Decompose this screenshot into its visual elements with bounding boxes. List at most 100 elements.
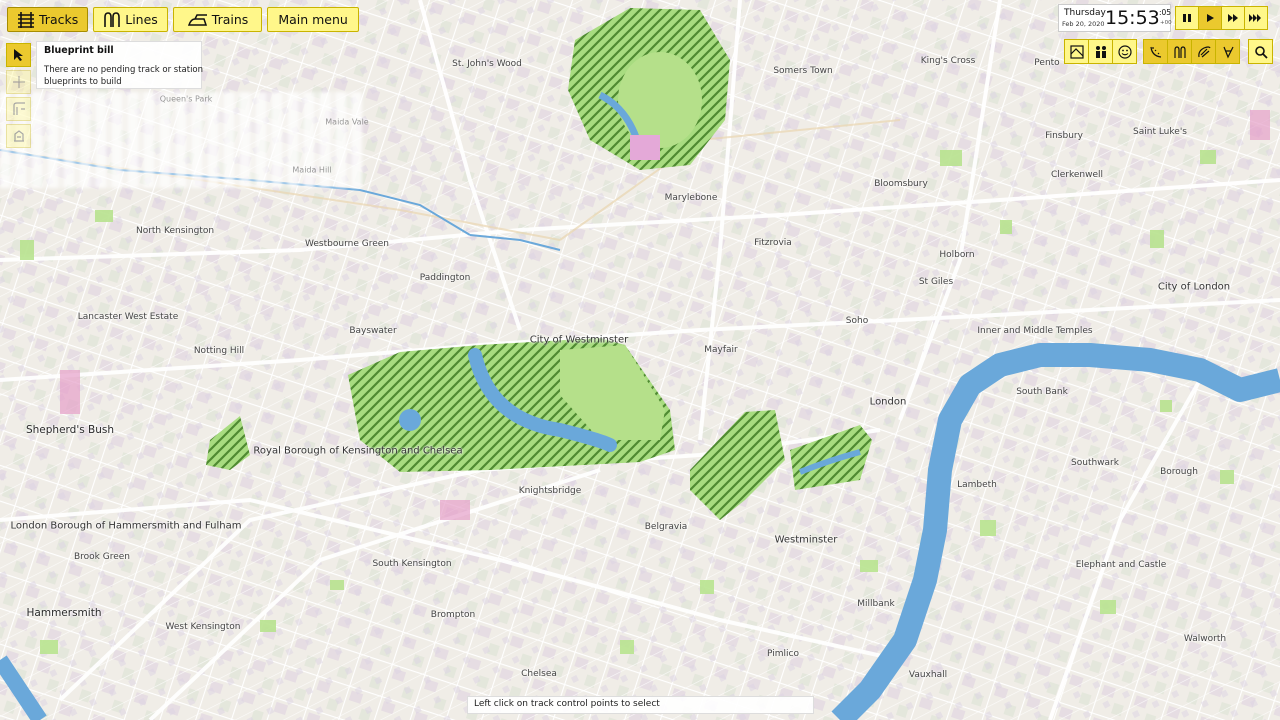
map-label: London Borough of Hammersmith and Fulham	[10, 520, 242, 532]
station-tool-button[interactable]	[6, 124, 31, 148]
overlay-toolbar	[1064, 39, 1137, 64]
map-label: West Kensington	[165, 622, 241, 632]
map-label: St. John's Wood	[452, 59, 522, 69]
trains-label: Trains	[211, 12, 249, 27]
main-menu-button[interactable]: Main menu	[267, 7, 359, 32]
map-label: Knightsbridge	[518, 486, 582, 496]
map-label: Clerkenwell	[1050, 170, 1104, 180]
lines-view-button[interactable]	[1167, 39, 1192, 64]
lines-label: Lines	[125, 12, 158, 27]
passengers-icon	[1095, 45, 1106, 58]
speed-controls	[1175, 6, 1268, 30]
pause-icon	[1183, 14, 1191, 22]
map-label: Brompton	[430, 610, 476, 620]
clock-time: 15:53	[1105, 7, 1160, 29]
signals-view-button[interactable]	[1215, 39, 1240, 64]
clock-offset: +00	[1160, 20, 1172, 26]
passengers-button[interactable]	[1088, 39, 1113, 64]
map-label: City of Westminster	[529, 334, 629, 346]
game-clock: Thursday Feb 20, 2020 15:53 :05 +00	[1058, 4, 1172, 32]
map-label: Holborn	[939, 250, 975, 260]
map-label: Millbank	[857, 599, 895, 609]
map-label: Soho	[845, 316, 869, 326]
track-tool-icon	[12, 102, 25, 115]
place-track-button[interactable]	[6, 70, 31, 94]
trains-icon	[187, 13, 207, 26]
map-label: Southwark	[1071, 458, 1119, 468]
smiley-icon	[1117, 44, 1132, 59]
map-layer-icon	[1069, 44, 1084, 59]
main-toolbar: Tracks Lines Trains Main menu	[7, 7, 359, 32]
map-label: Brook Green	[73, 552, 131, 562]
track-tools	[6, 43, 33, 148]
trains-button[interactable]: Trains	[172, 7, 263, 32]
map-label: Pimlico	[767, 649, 799, 659]
map-label: London	[869, 396, 907, 408]
tracks-label: Tracks	[39, 12, 79, 27]
map-label: Lambeth	[957, 480, 997, 490]
map-label: North Kensington	[135, 226, 215, 236]
map-label: King's Cross	[920, 56, 976, 66]
clock-day: Thursday	[1064, 8, 1106, 18]
trains-view-button[interactable]	[1191, 39, 1216, 64]
map-label: Westbourne Green	[305, 239, 389, 249]
map-label: City of London	[1157, 281, 1231, 293]
status-hint: Left click on track control points to se…	[467, 696, 814, 714]
map-label: South Bank	[1016, 387, 1068, 397]
map-label: Pento	[1034, 58, 1060, 68]
map-label: Chelsea	[521, 669, 557, 679]
fast-forward-button[interactable]	[1221, 6, 1245, 30]
tracks-button[interactable]: Tracks	[7, 7, 89, 32]
map-label: South Kensington	[372, 559, 452, 569]
fastest-icon	[1249, 14, 1261, 22]
map-layer-button[interactable]	[1064, 39, 1089, 64]
play-button[interactable]	[1198, 6, 1222, 30]
map-label: Shepherd's Bush	[25, 424, 115, 436]
view-toolbar	[1143, 39, 1240, 64]
map-label: Lancaster West Estate	[77, 312, 179, 322]
map-label: Mayfair	[704, 345, 738, 355]
search-icon	[1254, 45, 1268, 59]
map-label: Marylebone	[664, 193, 718, 203]
map-label: Finsbury	[1045, 131, 1083, 141]
search-toolbar	[1248, 39, 1273, 64]
map-label: Bloomsbury	[874, 179, 928, 189]
clock-date: Feb 20, 2020	[1062, 20, 1105, 28]
blueprint-bill-panel: Blueprint bill There are no pending trac…	[36, 41, 203, 89]
map-label: Elephant and Castle	[1075, 560, 1167, 570]
lines-icon	[104, 11, 121, 27]
map-label: Hammersmith	[26, 607, 102, 619]
search-button[interactable]	[1248, 39, 1273, 64]
track-view-icon	[1149, 46, 1161, 58]
lines-view-icon	[1173, 45, 1186, 58]
map-label: Walworth	[1183, 634, 1227, 644]
map-label: Bayswater	[349, 326, 397, 336]
map-label: Queen's Park	[159, 94, 213, 104]
pause-button[interactable]	[1175, 6, 1199, 30]
satisfaction-button[interactable]	[1112, 39, 1137, 64]
track-view-button[interactable]	[1143, 39, 1168, 64]
map-label: Paddington	[419, 273, 471, 283]
map-label: Westminster	[774, 534, 838, 546]
map-label: Fitzrovia	[754, 238, 792, 248]
track-tool-button[interactable]	[6, 97, 31, 121]
trains-view-icon	[1197, 45, 1211, 57]
main-menu-label: Main menu	[278, 12, 348, 27]
signals-view-icon	[1222, 46, 1234, 58]
map-label: Somers Town	[773, 66, 833, 76]
station-tool-icon	[13, 130, 24, 142]
lines-button[interactable]: Lines	[93, 7, 168, 32]
map-label: Maida Hill	[292, 165, 332, 175]
map-label: Borough	[1160, 467, 1198, 477]
play-icon	[1207, 14, 1214, 22]
panel-body: There are no pending track or station bl…	[44, 65, 204, 87]
fastest-button[interactable]	[1244, 6, 1268, 30]
fast-forward-icon	[1228, 14, 1238, 22]
map-label: Vauxhall	[908, 670, 948, 680]
map-label: Royal Borough of Kensington and Chelsea	[253, 445, 463, 457]
map-label: Inner and Middle Temples	[977, 326, 1093, 336]
select-tool-button[interactable]	[6, 43, 31, 67]
tracks-icon	[18, 11, 34, 28]
clock-seconds: :05	[1159, 8, 1172, 17]
panel-title: Blueprint bill	[44, 45, 114, 56]
